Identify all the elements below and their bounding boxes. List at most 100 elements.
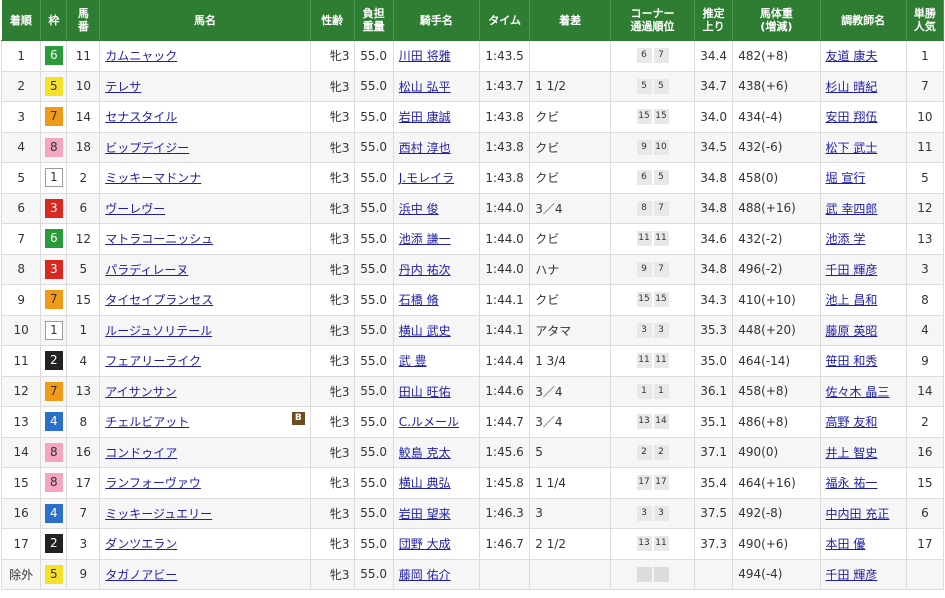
- corner-positions: 55: [636, 78, 670, 94]
- horse-link[interactable]: チェルビアット: [105, 415, 189, 429]
- trainer-link[interactable]: 安田 翔伍: [826, 110, 878, 124]
- rank-cell: 13: [0, 406, 42, 438]
- popularity-cell: 17: [905, 528, 945, 560]
- header-time[interactable]: タイム: [479, 0, 531, 41]
- horse-link[interactable]: ランフォーヴァウ: [105, 476, 201, 490]
- horse-link[interactable]: ヴーレヴー: [105, 202, 165, 216]
- corner-position: 8: [636, 200, 652, 216]
- jockey-link[interactable]: J.モレイラ: [399, 171, 454, 185]
- jockey-link[interactable]: 武 豊: [399, 354, 427, 368]
- trainer-link[interactable]: 武 幸四郎: [826, 202, 878, 216]
- margin-cell: 1 3/4: [529, 345, 611, 377]
- jockey-cell: 西村 淳也: [392, 131, 481, 163]
- header-weight-carried[interactable]: 負担 重量: [354, 0, 394, 41]
- weight-cell: 55.0: [353, 314, 394, 346]
- trainer-link[interactable]: 井上 智史: [826, 446, 878, 460]
- header-last3f[interactable]: 推定 上り: [694, 0, 734, 41]
- jockey-cell: 藤岡 佑介: [392, 558, 481, 590]
- corner-cell: 11: [609, 375, 696, 407]
- horse-link[interactable]: テレサ: [105, 80, 141, 94]
- trainer-link[interactable]: 池上 昌和: [826, 293, 878, 307]
- corner-cell: 87: [609, 192, 696, 224]
- corner-position: 15: [636, 292, 652, 308]
- header-horse[interactable]: 馬名: [99, 0, 311, 41]
- trainer-link[interactable]: 池添 学: [826, 232, 866, 246]
- trainer-link[interactable]: 福永 祐一: [826, 476, 878, 490]
- trainer-link[interactable]: 藤原 英昭: [826, 324, 878, 338]
- jockey-link[interactable]: 池添 謙一: [399, 232, 451, 246]
- header-jockey[interactable]: 騎手名: [393, 0, 481, 41]
- horse-link[interactable]: ルージュソリテール: [105, 324, 212, 338]
- jockey-link[interactable]: 岩田 康誠: [399, 110, 451, 124]
- popularity-cell: 13: [905, 223, 945, 255]
- header-popularity[interactable]: 単勝 人気: [906, 0, 945, 41]
- horse-link[interactable]: ビップデイジー: [105, 141, 189, 155]
- header-umaban[interactable]: 馬番: [66, 0, 101, 41]
- jockey-link[interactable]: 川田 将雅: [399, 49, 451, 63]
- header-sex-age[interactable]: 性齢: [310, 0, 355, 41]
- horse-link[interactable]: タガノアビー: [105, 568, 177, 582]
- corner-positions: 15 15: [636, 292, 670, 308]
- horse-link[interactable]: ダンツエラン: [105, 537, 177, 551]
- trainer-link[interactable]: 杉山 晴紀: [826, 80, 878, 94]
- popularity-cell: 6: [905, 497, 945, 529]
- jockey-link[interactable]: 藤岡 佑介: [399, 568, 451, 582]
- jockey-link[interactable]: C.ルメール: [399, 415, 459, 429]
- jockey-link[interactable]: 丹内 祐次: [399, 263, 451, 277]
- jockey-link[interactable]: 鮫島 克太: [399, 446, 451, 460]
- trainer-link[interactable]: 堀 宣行: [826, 171, 866, 185]
- last3f-cell: 34.4: [694, 40, 734, 72]
- horse-link[interactable]: カムニャック: [105, 49, 177, 63]
- umaban-cell: 9: [66, 558, 101, 590]
- jockey-link[interactable]: 岩田 望来: [399, 507, 451, 521]
- trainer-link[interactable]: 笹田 和秀: [826, 354, 878, 368]
- header-margin[interactable]: 着差: [529, 0, 611, 41]
- trainer-cell: 佐々木 晶三: [819, 375, 907, 407]
- header-body-weight[interactable]: 馬体重 (増減): [732, 0, 821, 41]
- jockey-link[interactable]: 松山 弘平: [399, 80, 451, 94]
- trainer-link[interactable]: 本田 優: [826, 537, 866, 551]
- horse-link[interactable]: ミッキーマドンナ: [105, 171, 201, 185]
- body-weight-cell: 490(0): [732, 436, 821, 468]
- jockey-link[interactable]: 浜中 俊: [399, 202, 439, 216]
- corner-position: 6: [636, 48, 652, 64]
- corner-cell: 13 14: [609, 406, 696, 438]
- last3f-cell: 35.4: [694, 467, 734, 499]
- jockey-link[interactable]: 団野 大成: [399, 537, 451, 551]
- jockey-link[interactable]: 田山 旺佑: [399, 385, 451, 399]
- umaban-cell: 10: [66, 70, 101, 102]
- horse-link[interactable]: アイサンサン: [105, 385, 176, 399]
- jockey-link[interactable]: 横山 典弘: [399, 476, 451, 490]
- trainer-link[interactable]: 高野 友和: [826, 415, 878, 429]
- body-weight-cell: 482(+8): [732, 40, 821, 72]
- horse-cell: ミッキージュエリー: [99, 497, 311, 529]
- horse-link[interactable]: タイセイプランセス: [105, 293, 213, 307]
- trainer-link[interactable]: 松下 武士: [826, 141, 878, 155]
- trainer-link[interactable]: 千田 輝彦: [826, 263, 878, 277]
- header-rank[interactable]: 着順: [1, 0, 42, 41]
- corner-cell: 65: [609, 162, 696, 194]
- rank-cell: 4: [0, 131, 42, 163]
- corner-position: 11: [653, 536, 669, 552]
- header-trainer[interactable]: 調教師名: [820, 0, 907, 41]
- corner-cell: 15 15: [609, 101, 696, 133]
- trainer-link[interactable]: 友道 康夫: [826, 49, 878, 63]
- trainer-link[interactable]: 佐々木 晶三: [826, 385, 890, 399]
- jockey-link[interactable]: 石橋 脩: [399, 293, 439, 307]
- header-waku[interactable]: 枠: [40, 0, 68, 41]
- horse-link[interactable]: ミッキージュエリー: [105, 507, 212, 521]
- trainer-link[interactable]: 中内田 充正: [826, 507, 890, 521]
- header-corner[interactable]: コーナー 通過順位: [610, 0, 696, 41]
- jockey-link[interactable]: 横山 武史: [399, 324, 451, 338]
- waku-badge: 2: [44, 534, 63, 554]
- horse-link[interactable]: パラディレーヌ: [105, 263, 188, 277]
- horse-link[interactable]: マトラコーニッシュ: [105, 232, 213, 246]
- jockey-link[interactable]: 西村 淳也: [399, 141, 451, 155]
- horse-link[interactable]: コンドゥイア: [105, 446, 177, 460]
- horse-link[interactable]: セナスタイル: [105, 110, 177, 124]
- corner-positions: [636, 566, 670, 582]
- result-body: 1 6 11 カムニャック 牝3 55.0 川田 将雅 1:43.5 67 34…: [0, 40, 945, 590]
- horse-cell: ミッキーマドンナ: [99, 162, 311, 194]
- horse-link[interactable]: フェアリーライク: [105, 354, 201, 368]
- trainer-link[interactable]: 千田 輝彦: [826, 568, 878, 582]
